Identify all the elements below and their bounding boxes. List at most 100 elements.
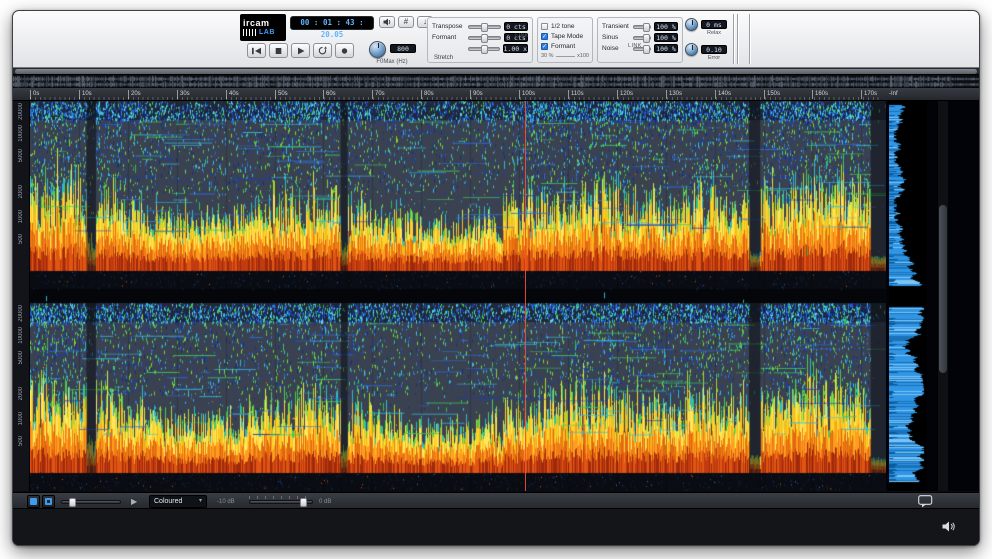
display-mode-select[interactable]: Coloured ▾ <box>149 495 207 508</box>
transpose-label: Transpose <box>432 23 465 30</box>
zoom-tool-icon <box>45 498 52 505</box>
freq-label: 20000 <box>17 305 26 322</box>
stretch-range-max: x100 <box>577 53 589 59</box>
remix-link-label[interactable]: LINK <box>628 43 642 49</box>
toolbar-separator <box>749 14 750 64</box>
tape-mode-label: Tape Mode <box>551 33 583 40</box>
pitch-link-label[interactable]: LINK <box>515 33 529 39</box>
ruler-db-label: -Inf <box>889 90 898 99</box>
audio-output-button[interactable] <box>942 519 955 537</box>
spectrogram-canvas[interactable] <box>30 101 886 491</box>
zoom-tool-button[interactable] <box>42 495 55 508</box>
display-mode-value: Coloured <box>154 496 182 507</box>
skip-start-icon <box>251 47 262 55</box>
ruler-tick: 80s <box>421 90 434 99</box>
transpose-slider[interactable] <box>468 25 501 29</box>
record-button[interactable] <box>335 43 354 58</box>
noise-value: 100 % <box>654 44 678 53</box>
ruler-tick: 30s <box>177 90 190 99</box>
skip-start-button[interactable] <box>247 43 266 58</box>
freq-label: 5000 <box>17 351 26 364</box>
stretch-range-line <box>556 56 576 57</box>
f0max-label: F0Max (Hz) <box>361 59 423 65</box>
ruler-tick: 160s <box>812 90 828 99</box>
freq-label: 5000 <box>17 149 26 162</box>
relax-label: Relax <box>699 30 729 36</box>
logo-lab-text: LAB <box>259 28 275 37</box>
ruler-tick: 120s <box>617 90 633 99</box>
relax-value: 0 ms <box>701 20 727 29</box>
analysis-knobs: 0 ms Relax 0.10 Error <box>685 16 729 66</box>
f0max-value: 800 <box>390 44 416 53</box>
chat-bubble-icon <box>918 495 933 508</box>
freq-label: 10000 <box>17 327 26 344</box>
half-tone-option[interactable]: 1/2 tone <box>541 21 589 31</box>
tape-mode-option[interactable]: Tape Mode <box>541 31 589 41</box>
pitch-stretch-group: Transpose 0 cts Formant 0 cts 1.00 x Str… <box>427 17 533 63</box>
formant-slider[interactable] <box>468 36 501 40</box>
top-toolbar: ircam LAB 00 : 01 : 43 : 20.05 # ↓ <box>13 11 979 68</box>
selection-tool-icon <box>30 498 37 505</box>
time-ruler[interactable]: 0s 10s 20s 30s 40s 50s 60s 70s 80s 90s 1… <box>13 88 979 101</box>
play-button[interactable] <box>291 43 310 58</box>
overview-canvas[interactable] <box>13 75 979 88</box>
sharp-button[interactable]: # <box>398 16 414 28</box>
relax-knob[interactable] <box>685 18 698 31</box>
stop-button[interactable] <box>269 43 288 58</box>
ruler-tick: 90s <box>470 90 483 99</box>
speaker-icon <box>383 18 392 26</box>
monitor-button[interactable] <box>379 16 395 28</box>
f0max-knob[interactable] <box>369 41 386 58</box>
error-value: 0.10 <box>701 45 727 54</box>
sinus-slider[interactable] <box>633 36 651 40</box>
db-slider[interactable] <box>249 500 313 504</box>
freq-label: 500 <box>17 234 26 244</box>
ruler-tick: 40s <box>226 90 239 99</box>
error-knob[interactable] <box>685 43 698 56</box>
horizontal-scrollbar-thumb[interactable] <box>15 69 977 74</box>
loop-button[interactable] <box>313 43 332 58</box>
spectrogram-area: 20000 10000 5000 2000 1000 500 20000 100… <box>13 101 979 491</box>
dropdown-arrow-icon: ▾ <box>199 496 202 507</box>
selection-tool-button[interactable] <box>27 495 40 508</box>
formant-option[interactable]: Formant <box>541 41 589 51</box>
stretch-range-min: 30 % <box>541 53 554 59</box>
stretch-slider[interactable] <box>468 47 500 51</box>
record-icon <box>339 47 350 55</box>
stop-icon <box>273 47 284 55</box>
tape-mode-checkbox[interactable] <box>541 33 548 40</box>
stretch-range: 30 % x100 <box>541 51 589 61</box>
formant-checkbox[interactable] <box>541 43 548 50</box>
half-tone-checkbox[interactable] <box>541 23 548 30</box>
ruler-tick: 130s <box>666 90 682 99</box>
mode-group: 1/2 tone Tape Mode Formant 30 % x100 <box>537 17 593 63</box>
vertical-scrollbar[interactable] <box>937 101 948 491</box>
transport-controls <box>247 43 354 58</box>
logo-ircam-text: ircam <box>243 18 283 28</box>
sinus-value: 100 % <box>654 33 678 42</box>
stretch-caption: Stretch <box>434 55 528 61</box>
transient-slider[interactable] <box>633 25 651 29</box>
transient-label: Transient <box>602 23 630 30</box>
freq-label: 20000 <box>17 103 26 120</box>
ircam-lab-logo: ircam LAB <box>240 14 286 41</box>
ruler-tick: 140s <box>715 90 731 99</box>
formant-label: Formant <box>432 34 465 41</box>
vertical-scrollbar-thumb[interactable] <box>939 205 947 373</box>
ruler-tick: 150s <box>764 90 780 99</box>
ruler-tick: 170s <box>861 90 877 99</box>
db-max-label: 0 dB <box>319 498 331 506</box>
freq-label: 500 <box>17 436 26 446</box>
freq-label: 2000 <box>17 387 26 400</box>
frequency-axis: 20000 10000 5000 2000 1000 500 20000 100… <box>13 101 30 491</box>
remix-group: Transient 100 % Sinus 100 % Noise 100 % … <box>597 17 683 63</box>
zoom-slider[interactable] <box>61 500 121 504</box>
display-play-icon[interactable]: ▶ <box>131 496 137 507</box>
aux-buttons: # ↓ <box>379 16 433 28</box>
status-area <box>13 509 979 546</box>
horizontal-scrollbar[interactable] <box>13 68 979 75</box>
app-window: ircam LAB 00 : 01 : 43 : 20.05 # ↓ <box>12 10 980 546</box>
freq-label: 1000 <box>17 412 26 425</box>
playhead-cursor[interactable] <box>525 101 526 491</box>
speaker-icon <box>942 521 955 532</box>
